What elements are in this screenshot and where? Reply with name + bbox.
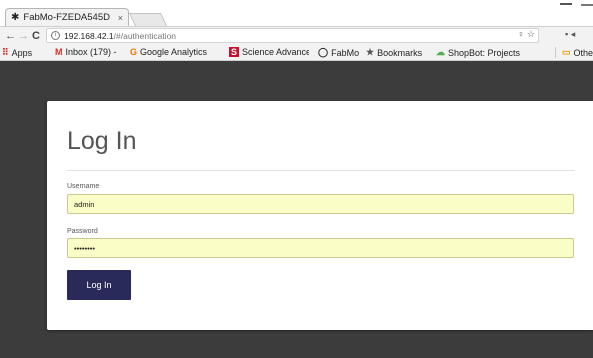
tab-title: FabMo-FZEDA545D bbox=[23, 12, 110, 23]
password-label: Password bbox=[67, 228, 98, 235]
title-divider bbox=[67, 170, 575, 171]
tab-close-icon[interactable]: × bbox=[118, 13, 123, 23]
bookmark-label: Google Analytics bbox=[140, 47, 208, 57]
tab-strip: ✱ FabMo-FZEDA545D × bbox=[0, 0, 593, 26]
bookmarks-divider bbox=[555, 47, 556, 58]
bookmark-label: Inbox (179) - tech bbox=[65, 47, 119, 57]
star-icon: ★ bbox=[366, 47, 375, 57]
page-title: Log In bbox=[67, 127, 137, 155]
bookmark-label: Science Advance... bbox=[242, 47, 309, 57]
science-icon: S bbox=[229, 47, 240, 57]
bookmark-apps[interactable]: ⠿ Apps bbox=[2, 47, 32, 58]
login-button[interactable]: Log In bbox=[67, 270, 131, 300]
github-icon: ◯ bbox=[318, 47, 329, 57]
bookmark-other[interactable]: ▭ Other b bbox=[562, 47, 593, 58]
bookmark-google-analytics[interactable]: G Google Analytics bbox=[130, 47, 207, 57]
reload-icon[interactable]: C bbox=[32, 28, 40, 44]
bookmark-label: FabMo bbox=[331, 47, 360, 58]
gmail-icon: M bbox=[55, 47, 63, 57]
bookmark-inbox[interactable]: M Inbox (179) - tech bbox=[55, 47, 118, 57]
fabmo-favicon-icon: ✱ bbox=[11, 11, 20, 23]
window-minimize-icon[interactable] bbox=[560, 3, 572, 5]
username-label: Username bbox=[67, 183, 100, 190]
bookmark-bookmarks[interactable]: ★ Bookmarks bbox=[366, 47, 422, 58]
cloud-icon: ☁ bbox=[436, 47, 445, 57]
login-card: Log In Username Password Log In bbox=[47, 101, 593, 330]
bookmark-label: Apps bbox=[11, 47, 33, 58]
bookmark-label: Other b bbox=[573, 47, 593, 58]
url-text: 192.168.42.1/#/authentication bbox=[64, 31, 176, 41]
new-tab-button[interactable] bbox=[128, 13, 168, 26]
browser-toolbar: ← → C i 192.168.42.1/#/authentication ♀ … bbox=[0, 26, 593, 44]
bookmarks-bar: ⠿ Apps M Inbox (179) - tech G Google Ana… bbox=[0, 44, 593, 61]
forward-arrow-icon[interactable]: → bbox=[18, 28, 29, 44]
site-info-icon[interactable]: i bbox=[51, 31, 60, 40]
back-arrow-icon[interactable]: ← bbox=[5, 28, 16, 44]
window-maximize-icon[interactable] bbox=[581, 4, 593, 6]
google-icon: G bbox=[130, 47, 138, 57]
bookmark-shopbot-projects[interactable]: ☁ ShopBot: Projects bbox=[436, 47, 520, 58]
password-field[interactable] bbox=[67, 238, 574, 258]
folder-icon: ▭ bbox=[562, 47, 571, 57]
extension-icons[interactable]: ▪ ◂ bbox=[565, 29, 575, 40]
url-host: 192.168.42.1 bbox=[64, 30, 114, 41]
bookmark-label: Bookmarks bbox=[377, 47, 423, 58]
bookmark-label: ShopBot: Projects bbox=[448, 47, 521, 58]
browser-tab[interactable]: ✱ FabMo-FZEDA545D × bbox=[5, 8, 129, 26]
username-field[interactable] bbox=[67, 194, 574, 214]
address-bar[interactable]: i 192.168.42.1/#/authentication ♀ ☆ bbox=[46, 28, 539, 43]
url-path: /#/authentication bbox=[113, 30, 177, 41]
bookmark-star-icon[interactable]: ♀ ☆ bbox=[518, 29, 535, 40]
apps-grid-icon: ⠿ bbox=[2, 47, 9, 57]
bookmark-fabmo[interactable]: ◯ FabMo bbox=[318, 47, 359, 58]
bookmark-science-advances[interactable]: S Science Advance... bbox=[229, 47, 309, 57]
page-background: Log In Username Password Log In bbox=[0, 61, 593, 358]
